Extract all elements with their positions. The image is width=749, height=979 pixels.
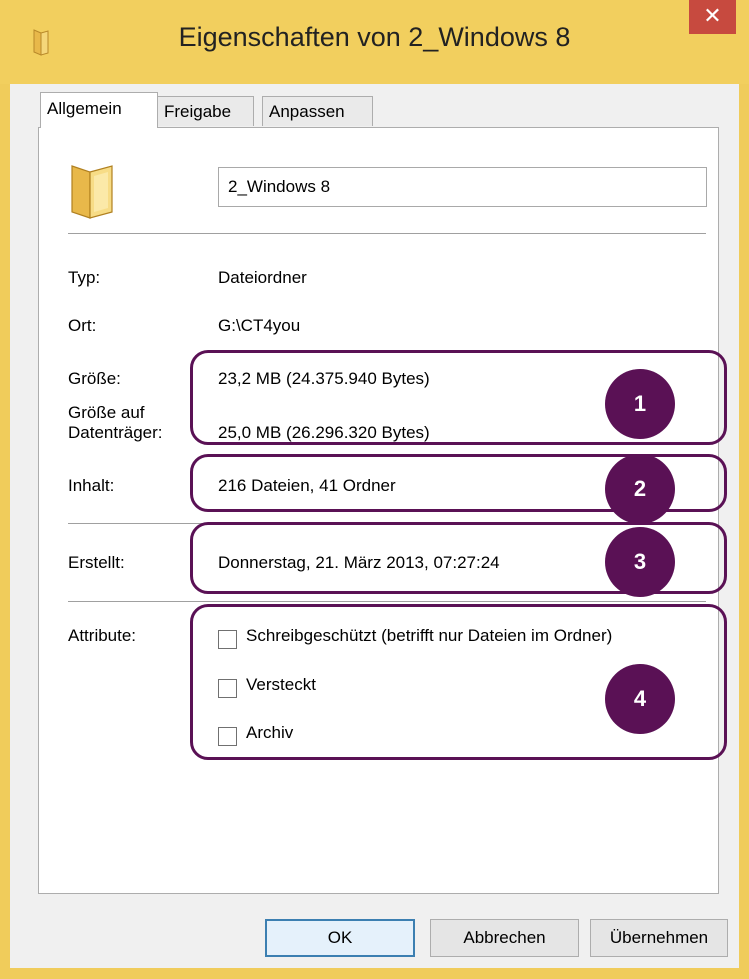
size-on-disk-label-line1: Größe auf (68, 403, 145, 422)
ok-button[interactable]: OK (265, 919, 415, 957)
apply-button[interactable]: Übernehmen (590, 919, 728, 957)
callout-badge-2: 2 (605, 454, 675, 524)
type-value: Dateiordner (218, 268, 307, 287)
separator (68, 233, 706, 234)
callout-badge-1: 1 (605, 369, 675, 439)
window-title: Eigenschaften von 2_Windows 8 (178, 22, 571, 52)
callout-badge-3: 3 (605, 527, 675, 597)
folder-name-input[interactable]: 2_Windows 8 (218, 167, 707, 207)
dialog-client: Allgemein Freigabe Anpassen 2_Windows 8 … (10, 84, 739, 968)
type-label: Typ: (68, 268, 101, 287)
separator (68, 601, 706, 602)
callout-badge-4: 4 (605, 664, 675, 734)
location-label: Ort: (68, 316, 97, 335)
cancel-button[interactable]: Abbrechen (430, 919, 579, 957)
properties-dialog: Eigenschaften von 2_Windows 8 ✕ Allgemei… (0, 0, 749, 979)
size-label: Größe: (68, 369, 121, 388)
size-on-disk-label: Größe auf Datenträger: (68, 403, 163, 443)
size-on-disk-label-line2: Datenträger: (68, 423, 163, 442)
folder-icon (71, 165, 113, 219)
tab-anpassen[interactable]: Anpassen (262, 96, 373, 126)
tab-allgemein[interactable]: Allgemein (40, 92, 158, 128)
attributes-label: Attribute: (68, 626, 137, 645)
close-button[interactable]: ✕ (689, 0, 736, 34)
tab-freigabe[interactable]: Freigabe (157, 96, 254, 126)
contents-label: Inhalt: (68, 476, 115, 495)
close-icon: ✕ (703, 4, 722, 29)
title-bar[interactable]: Eigenschaften von 2_Windows 8 ✕ (0, 0, 749, 84)
created-label: Erstellt: (68, 553, 125, 572)
location-value[interactable]: G:\CT4you (218, 316, 300, 336)
